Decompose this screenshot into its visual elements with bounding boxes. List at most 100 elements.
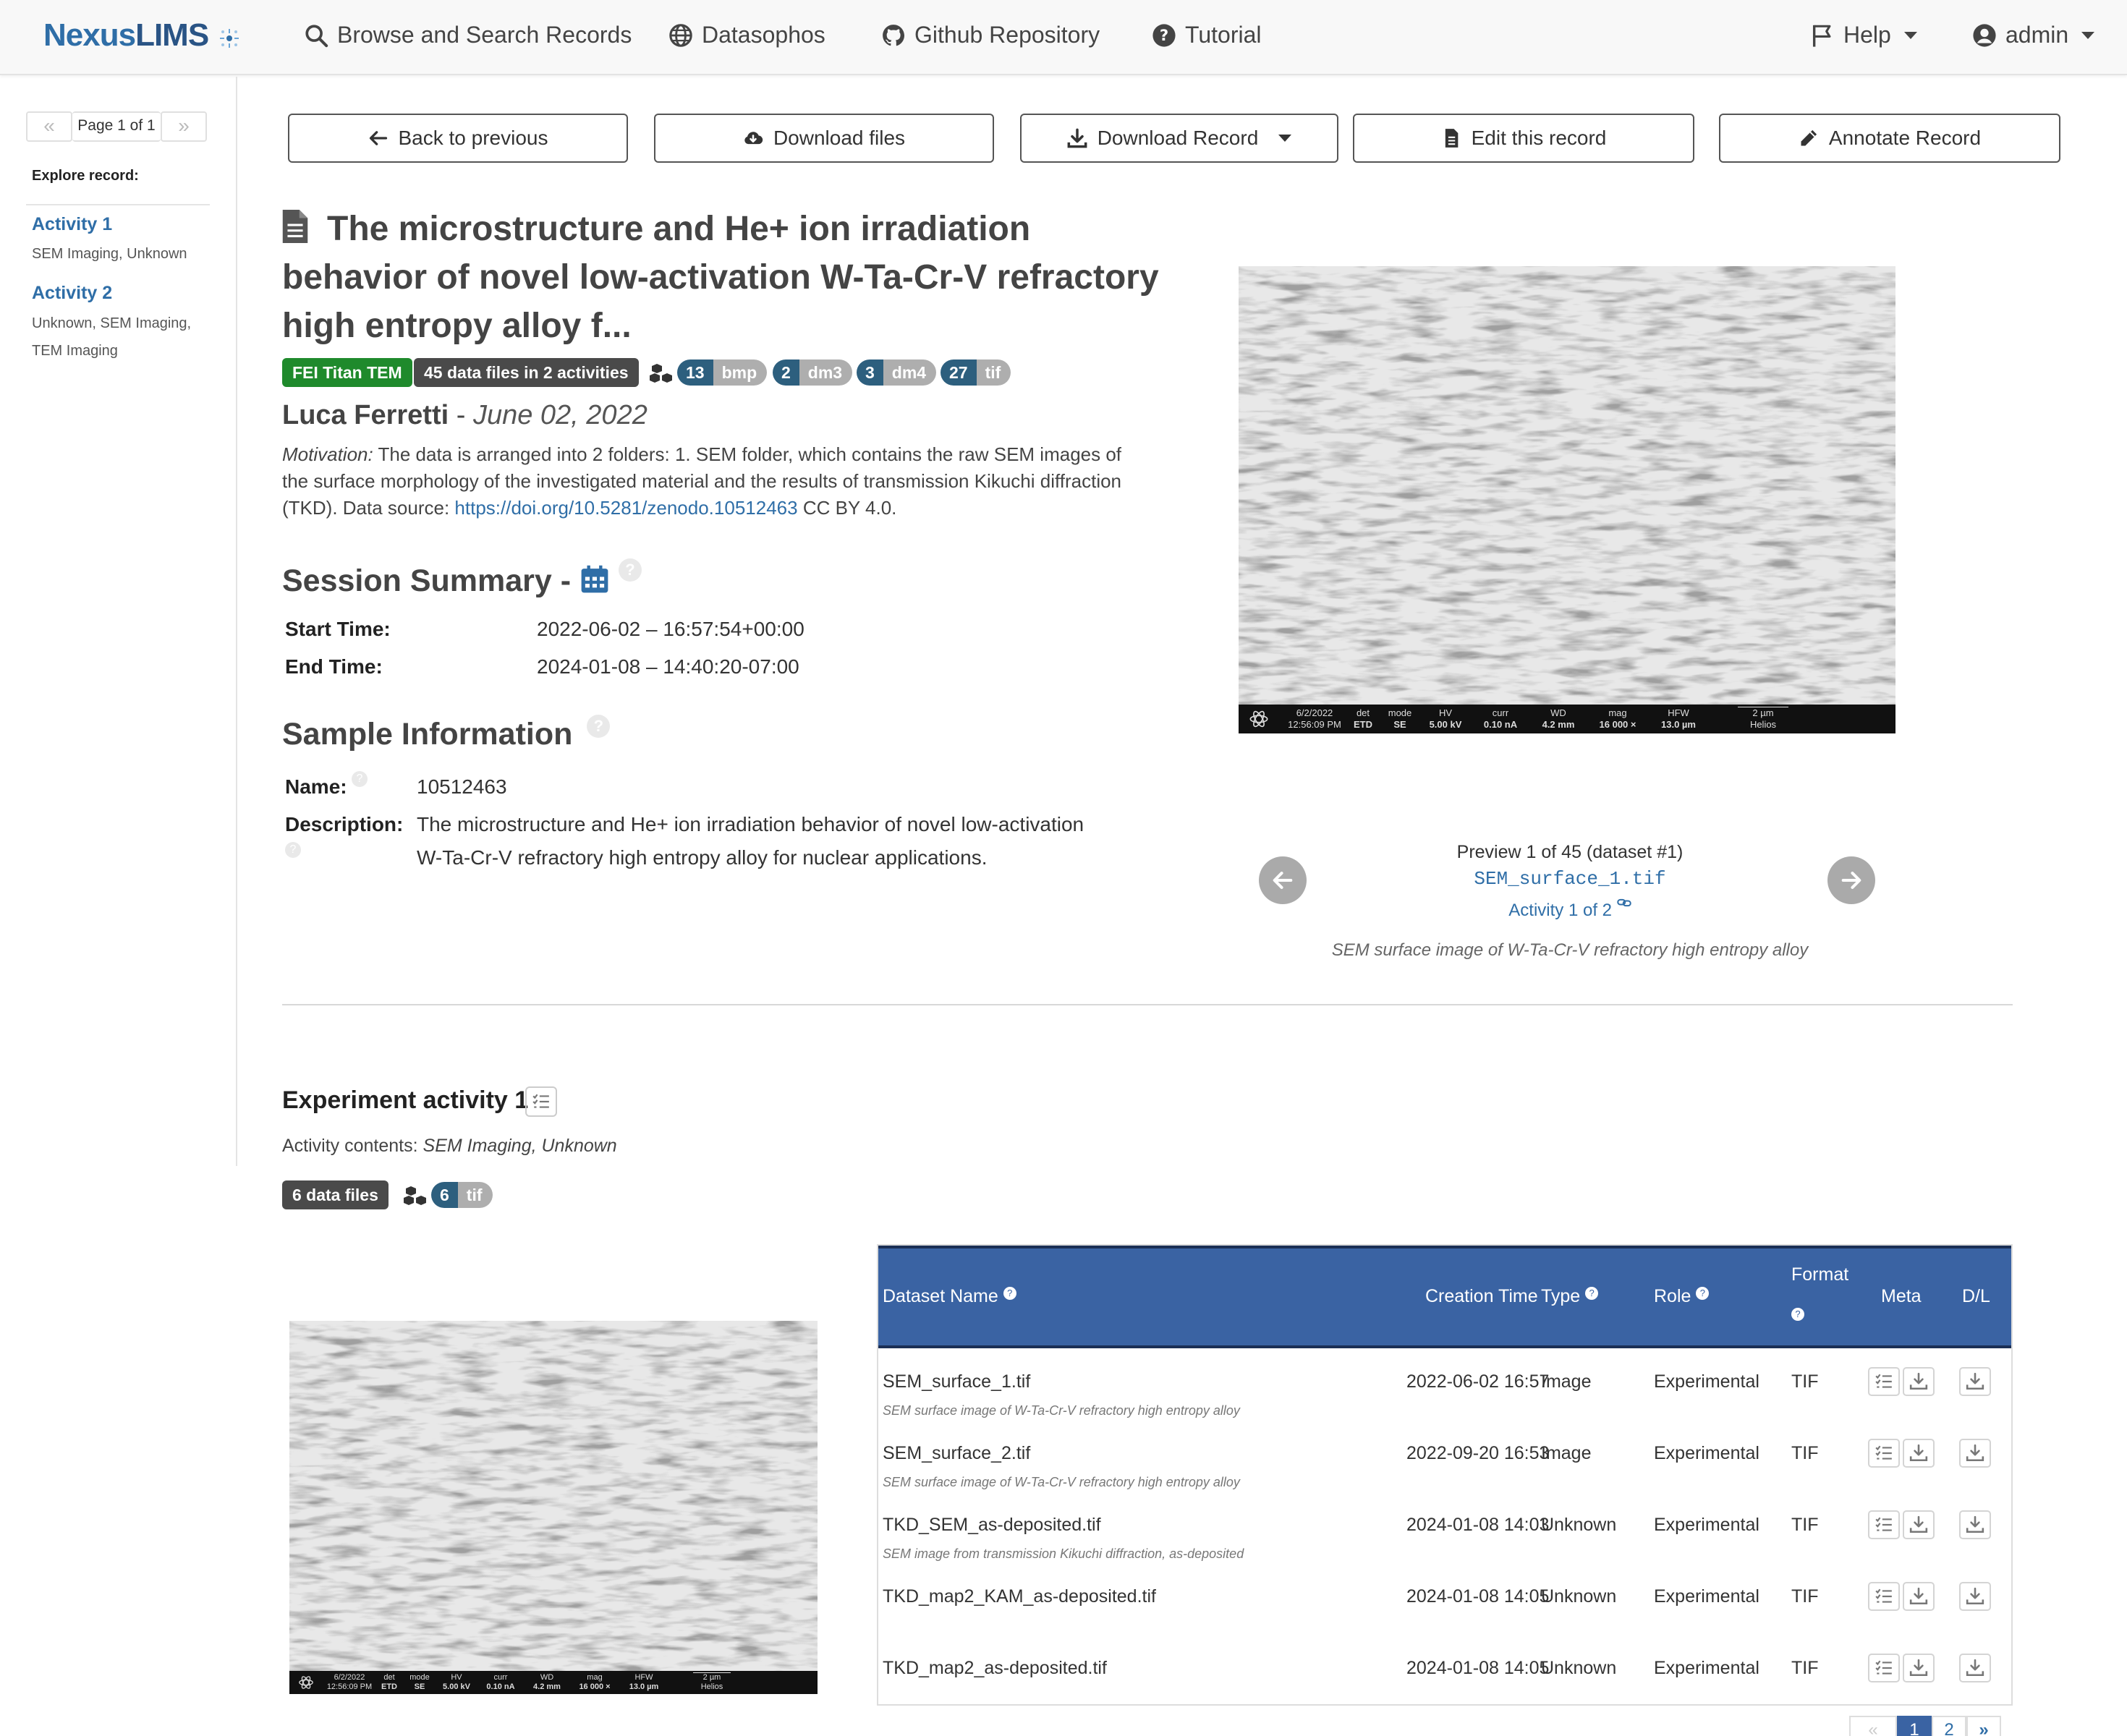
- end-time-value: 2024-01-08 – 14:40:20-07:00: [537, 655, 799, 678]
- help-icon[interactable]: ?: [1003, 1287, 1016, 1300]
- databar-time: 12:56:09 PM: [1288, 719, 1341, 730]
- help-icon[interactable]: ?: [1696, 1287, 1710, 1300]
- table-prev-page-button[interactable]: «: [1849, 1716, 1897, 1736]
- preview-filename[interactable]: SEM_surface_1.tif: [1244, 868, 1895, 890]
- table-page-2[interactable]: 2: [1932, 1716, 1966, 1736]
- download-files-label: Download files: [773, 127, 906, 149]
- preview-activity-link[interactable]: Activity 1 of 2: [1244, 897, 1895, 921]
- annotate-record-button[interactable]: Annotate Record: [1719, 114, 2060, 163]
- download-file-button[interactable]: [1959, 1654, 1991, 1682]
- start-time-value: 2022-06-02 – 16:57:54+00:00: [537, 618, 804, 640]
- dataset-name-cell: SEM_surface_2.tif: [883, 1443, 1031, 1463]
- sample-info-heading: Sample Information ?: [282, 715, 611, 752]
- download-file-button[interactable]: [1959, 1439, 1991, 1468]
- col-format[interactable]: Format: [1791, 1264, 1848, 1285]
- download-json-button[interactable]: [1903, 1439, 1935, 1468]
- role-cell: Experimental: [1654, 1371, 1759, 1392]
- edit-record-label: Edit this record: [1471, 127, 1607, 149]
- calendar-icon[interactable]: [579, 563, 610, 595]
- databar-label: mag: [1608, 707, 1627, 718]
- preview-sem-image[interactable]: 6/2/2022 12:56:09 PM det ETD mode SE HV 5.00…: [1239, 266, 1895, 733]
- sidebar-item-activity-1[interactable]: Activity 1: [32, 214, 112, 235]
- table-row[interactable]: TKD_SEM_as-deposited.tif SEM image from t…: [878, 1505, 2011, 1576]
- annotate-record-label: Annotate Record: [1828, 127, 1982, 149]
- fei-atom-icon: [1249, 710, 1268, 728]
- sidebar-prev-page-button[interactable]: «: [26, 111, 72, 142]
- table-row[interactable]: SEM_surface_1.tif SEM surface image of W-…: [878, 1361, 2011, 1433]
- col-type[interactable]: Type ?: [1541, 1286, 1599, 1307]
- table-page-1[interactable]: 1: [1897, 1716, 1932, 1736]
- activity-sem-image[interactable]: 6/2/2022 12:56:09 PM det ETD mode SE HV 5.00…: [289, 1321, 818, 1694]
- sample-description-line1: The microstructure and He+ ion irradiati…: [417, 813, 1084, 835]
- col-creation-time[interactable]: Creation Time: [1425, 1286, 1538, 1307]
- view-metadata-button[interactable]: [1868, 1582, 1900, 1611]
- creation-time-cell: 2024-01-08 14:05: [1406, 1658, 1550, 1678]
- session-help-icon[interactable]: ?: [619, 558, 642, 582]
- instrument-badge[interactable]: FEI Titan TEM: [282, 358, 412, 387]
- databar-hfw: HFW 13.0 µm: [1648, 707, 1709, 731]
- nav-browse-search[interactable]: Browse and Search Records: [304, 22, 632, 48]
- nav-tutorial-label: Tutorial: [1185, 22, 1262, 48]
- table-next-page-button[interactable]: »: [1966, 1716, 2001, 1736]
- search-icon: [305, 24, 328, 47]
- col-dataset-name[interactable]: Dataset Name ?: [883, 1286, 1016, 1307]
- col-meta: Meta: [1881, 1286, 1922, 1307]
- table-row[interactable]: TKD_map2_as-deposited.tif 2024-01-08 14:0…: [878, 1648, 2011, 1719]
- nav-datasophos[interactable]: Datasophos: [668, 22, 825, 48]
- nav-github[interactable]: Github Repository: [881, 22, 1100, 48]
- download-files-button[interactable]: Download files: [654, 114, 994, 163]
- col-role[interactable]: Role ?: [1654, 1286, 1710, 1307]
- session-summary-heading: Session Summary - ?: [282, 558, 642, 599]
- back-button[interactable]: Back to previous: [288, 114, 628, 163]
- databar-curr: curr 0.10 nA: [477, 1673, 524, 1692]
- view-metadata-button[interactable]: [1868, 1654, 1900, 1682]
- brand-logo[interactable]: NexusLIMS: [43, 17, 209, 54]
- databar-wd: WD 4.2 mm: [1529, 707, 1587, 731]
- user-circle-icon: [1973, 23, 1996, 47]
- filetype-count: 6: [431, 1182, 458, 1208]
- edit-record-button[interactable]: Edit this record: [1353, 114, 1694, 163]
- chevron-down-icon: [1903, 31, 1917, 39]
- role-cell: Experimental: [1654, 1658, 1759, 1678]
- download-record-dropdown[interactable]: Download Record: [1020, 114, 1338, 163]
- type-cell: Unknown: [1541, 1586, 1617, 1607]
- databar-value: ETD: [1354, 719, 1372, 730]
- activity-contents: Activity contents: SEM Imaging, Unknown: [282, 1136, 617, 1157]
- download-json-button[interactable]: [1903, 1510, 1935, 1539]
- download-file-button[interactable]: [1959, 1582, 1991, 1611]
- nav-help-dropdown[interactable]: Help: [1810, 22, 1917, 48]
- nav-help-label: Help: [1843, 22, 1891, 48]
- sample-description-help-icon[interactable]: ?: [285, 842, 301, 858]
- download-json-button[interactable]: [1903, 1582, 1935, 1611]
- sample-help-icon[interactable]: ?: [587, 715, 611, 738]
- databar-scale: 2 µm Helios: [1709, 707, 1817, 731]
- download-file-button[interactable]: [1959, 1367, 1991, 1396]
- type-cell: Image: [1541, 1371, 1592, 1392]
- download-json-button[interactable]: [1903, 1367, 1935, 1396]
- chevron-down-icon: [2081, 31, 2095, 39]
- view-metadata-button[interactable]: [1868, 1510, 1900, 1539]
- help-icon[interactable]: ?: [1585, 1287, 1599, 1300]
- nav-user-dropdown[interactable]: admin: [1972, 22, 2095, 48]
- activity-metadata-button[interactable]: [525, 1086, 557, 1117]
- sidebar-next-page-button[interactable]: »: [161, 111, 207, 142]
- databar-scale-bar: 2 µm: [692, 1672, 731, 1682]
- format-help-icon[interactable]: ?: [1791, 1308, 1804, 1321]
- view-metadata-button[interactable]: [1868, 1367, 1900, 1396]
- sidebar-item-activity-2[interactable]: Activity 2: [32, 283, 112, 304]
- table-row[interactable]: TKD_map2_KAM_as-deposited.tif 2024-01-08 …: [878, 1576, 2011, 1648]
- col-download: D/L: [1962, 1286, 1990, 1307]
- brand-nexus-text: Nexus: [43, 17, 136, 53]
- sem-micrograph: [1239, 266, 1895, 705]
- download-file-button[interactable]: [1959, 1510, 1991, 1539]
- download-icon: [1966, 1587, 1984, 1605]
- download-json-button[interactable]: [1903, 1654, 1935, 1682]
- download-icon: [1966, 1444, 1984, 1462]
- doi-link[interactable]: https://doi.org/10.5281/zenodo.10512463: [454, 497, 797, 519]
- databar-scale-bar: 2 µm: [1738, 707, 1788, 718]
- sample-name-help-icon[interactable]: ?: [352, 771, 368, 787]
- table-row[interactable]: SEM_surface_2.tif SEM surface image of W-…: [878, 1433, 2011, 1505]
- nav-tutorial[interactable]: ? Tutorial: [1152, 22, 1262, 48]
- view-metadata-button[interactable]: [1868, 1439, 1900, 1468]
- databar-hv: HV 5.00 kV: [1419, 707, 1472, 731]
